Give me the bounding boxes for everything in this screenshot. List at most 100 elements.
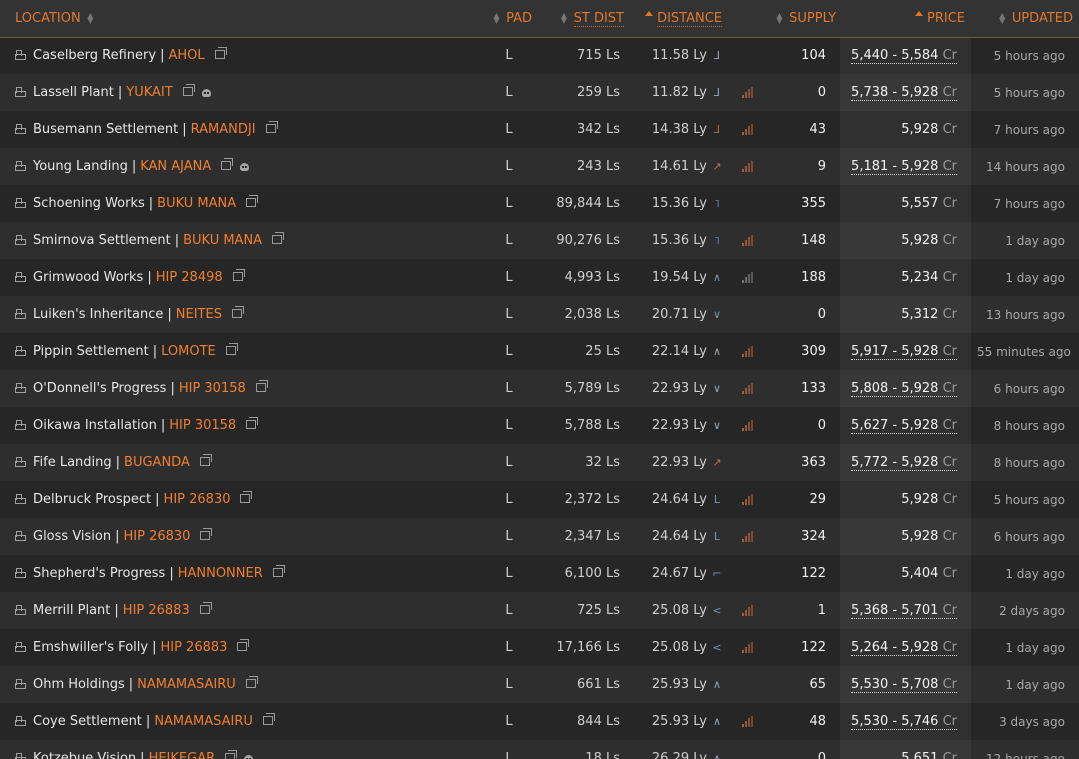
table-row[interactable]: Pippin Settlement | LOMOTE L 25 Ls 22.14 Ly ∧ 3… [0, 333, 1079, 370]
system-name-link[interactable]: NEITES [176, 307, 222, 322]
copy-icon[interactable] [262, 713, 275, 725]
system-name-link[interactable]: LOMOTE [161, 344, 216, 359]
column-header-price[interactable]: PRICE [840, 0, 971, 37]
system-name-link[interactable]: KAN AJANA [140, 159, 211, 174]
copy-icon[interactable] [246, 417, 259, 429]
station-name-link[interactable]: Smirnova Settlement [33, 233, 171, 248]
system-name-link[interactable]: HIP 26830 [164, 492, 231, 507]
station-name-link[interactable]: Fife Landing [33, 455, 112, 470]
copy-icon[interactable] [272, 232, 285, 244]
system-name-link[interactable]: NAMAMASAIRU [137, 677, 236, 692]
station-name-link[interactable]: Shepherd's Progress [33, 566, 165, 581]
system-name-link[interactable]: HEIKEGAR [149, 751, 216, 759]
column-header-pad[interactable]: ▲ ▼ PAD [480, 0, 538, 37]
system-name-link[interactable]: YUKAIT [126, 85, 172, 100]
table-row[interactable]: Gloss Vision | HIP 26830 L 2,347 Ls 24.64 Ly L… [0, 518, 1079, 555]
copy-icon[interactable] [237, 639, 250, 651]
table-row[interactable]: Fife Landing | BUGANDA L 32 Ls 22.93 Ly ↗ 363 5,… [0, 444, 1079, 481]
price-cell[interactable]: 5,772 - 5,928 Cr [840, 444, 971, 481]
station-name-link[interactable]: Merrill Plant [33, 603, 110, 618]
system-name-link[interactable]: BUGANDA [124, 455, 190, 470]
system-name-link[interactable]: HIP 26883 [123, 603, 190, 618]
station-name-link[interactable]: Pippin Settlement [33, 344, 149, 359]
price-cell[interactable]: 5,530 - 5,708 Cr [840, 666, 971, 703]
copy-icon[interactable] [221, 158, 234, 170]
copy-icon[interactable] [182, 84, 195, 96]
column-header-supply[interactable]: ▲ ▼ SUPPLY [768, 0, 840, 37]
table-row[interactable]: Ohm Holdings | NAMAMASAIRU L 661 Ls 25.93 Ly ∧… [0, 666, 1079, 703]
station-name-link[interactable]: Delbruck Prospect [33, 492, 151, 507]
table-row[interactable]: Emshwiller's Folly | HIP 26883 L 17,166 Ls 25… [0, 629, 1079, 666]
table-row[interactable]: Caselberg Refinery | AHOL L 715 Ls 11.58 Ly ⅃ 1… [0, 37, 1079, 74]
system-name-link[interactable]: HIP 30158 [179, 381, 246, 396]
copy-icon[interactable] [199, 602, 212, 614]
table-row[interactable]: Young Landing | KAN AJANA L 243 Ls 14.61 Ly ↗ 9… [0, 148, 1079, 185]
table-row[interactable]: Shepherd's Progress | HANNONNER L 6,100 Ls 24… [0, 555, 1079, 592]
copy-icon[interactable] [246, 195, 259, 207]
price-cell[interactable]: 5,627 - 5,928 Cr [840, 407, 971, 444]
copy-icon[interactable] [225, 750, 238, 759]
copy-icon[interactable] [214, 47, 227, 60]
station-name-link[interactable]: Young Landing [33, 159, 128, 174]
station-name-link[interactable]: Lassell Plant [33, 85, 114, 100]
copy-icon[interactable] [200, 528, 213, 540]
price-cell[interactable]: 5,808 - 5,928 Cr [840, 370, 971, 407]
system-name-link[interactable]: AHOL [168, 48, 204, 63]
price-value: 5,530 - 5,746 Cr [851, 714, 957, 730]
table-row[interactable]: Oikawa Installation | HIP 30158 L 5,788 Ls 22… [0, 407, 1079, 444]
table-row[interactable]: O'Donnell's Progress | HIP 30158 L 5,789 Ls 2… [0, 370, 1079, 407]
station-name-link[interactable]: Kotzebue Vision [33, 751, 136, 759]
system-name-link[interactable]: HIP 30158 [169, 418, 236, 433]
system-name-link[interactable]: BUKU MANA [183, 233, 262, 248]
price-cell[interactable]: 5,917 - 5,928 Cr [840, 333, 971, 370]
copy-icon[interactable] [232, 269, 245, 281]
station-name-link[interactable]: Ohm Holdings [33, 677, 125, 692]
table-row[interactable]: Lassell Plant | YUKAIT L 259 Ls 11.82 Ly ⅃ 0 5,7… [0, 74, 1079, 111]
table-row[interactable]: Grimwood Works | HIP 28498 L 4,993 Ls 19.54 L… [0, 259, 1079, 296]
system-name-link[interactable]: HANNONNER [178, 566, 263, 581]
copy-icon[interactable] [272, 565, 285, 577]
station-name-link[interactable]: Emshwiller's Folly [33, 640, 148, 655]
copy-icon[interactable] [265, 121, 278, 133]
station-name-link[interactable]: Oikawa Installation [33, 418, 157, 433]
table-row[interactable]: Kotzebue Vision | HEIKEGAR L 18 Ls 26.29 Ly ∧ 0… [0, 740, 1079, 759]
copy-icon[interactable] [240, 491, 253, 503]
table-row[interactable]: Schoening Works | BUKU MANA L 89,844 Ls 15.36… [0, 185, 1079, 222]
system-name-link[interactable]: BUKU MANA [157, 196, 236, 211]
copy-icon[interactable] [225, 343, 238, 355]
price-cell[interactable]: 5,530 - 5,746 Cr [840, 703, 971, 740]
system-name-link[interactable]: HIP 26883 [160, 640, 227, 655]
copy-icon[interactable] [199, 454, 212, 466]
copy-icon[interactable] [231, 306, 244, 318]
station-name-link[interactable]: Caselberg Refinery [33, 48, 156, 63]
table-row[interactable]: Smirnova Settlement | BUKU MANA L 90,276 Ls 1… [0, 222, 1079, 259]
price-cell[interactable]: 5,368 - 5,701 Cr [840, 592, 971, 629]
column-header-location[interactable]: LOCATION ▲ ▼ [0, 0, 480, 37]
station-name-link[interactable]: Coye Settlement [33, 714, 142, 729]
price-cell[interactable]: 5,440 - 5,584 Cr [840, 37, 971, 74]
price-cell[interactable]: 5,264 - 5,928 Cr [840, 629, 971, 666]
column-header-updated[interactable]: ▲ ▼ UPDATED [971, 0, 1079, 37]
system-name-link[interactable]: HIP 26830 [124, 529, 191, 544]
station-name-link[interactable]: O'Donnell's Progress [33, 381, 166, 396]
table-row[interactable]: Coye Settlement | NAMAMASAIRU L 844 Ls 25.93 … [0, 703, 1079, 740]
system-name-link[interactable]: NAMAMASAIRU [154, 714, 253, 729]
table-row[interactable]: Merrill Plant | HIP 26883 L 725 Ls 25.08 Ly <1… [0, 592, 1079, 629]
price-cell[interactable]: 5,181 - 5,928 Cr [840, 148, 971, 185]
copy-icon[interactable] [255, 380, 268, 392]
station-name-link[interactable]: Grimwood Works [33, 270, 143, 285]
copy-icon[interactable] [245, 676, 258, 688]
table-row[interactable]: Luiken's Inheritance | NEITES L 2,038 Ls 20.7… [0, 296, 1079, 333]
station-distance-cell: 6,100 Ls [564, 566, 620, 581]
station-name-link[interactable]: Luiken's Inheritance [33, 307, 163, 322]
station-name-link[interactable]: Schoening Works [33, 196, 145, 211]
system-name-link[interactable]: RAMANDJI [191, 122, 256, 137]
station-name-link[interactable]: Gloss Vision [33, 529, 111, 544]
price-cell[interactable]: 5,738 - 5,928 Cr [840, 74, 971, 111]
system-name-link[interactable]: HIP 28498 [156, 270, 223, 285]
table-row[interactable]: Busemann Settlement | RAMANDJI L 342 Ls 14.38… [0, 111, 1079, 148]
column-header-st-dist[interactable]: ▲ ▼ ST DIST [538, 0, 630, 37]
station-name-link[interactable]: Busemann Settlement [33, 122, 178, 137]
table-row[interactable]: Delbruck Prospect | HIP 26830 L 2,372 Ls 24.6… [0, 481, 1079, 518]
column-header-distance[interactable]: DISTANCE [630, 0, 728, 37]
